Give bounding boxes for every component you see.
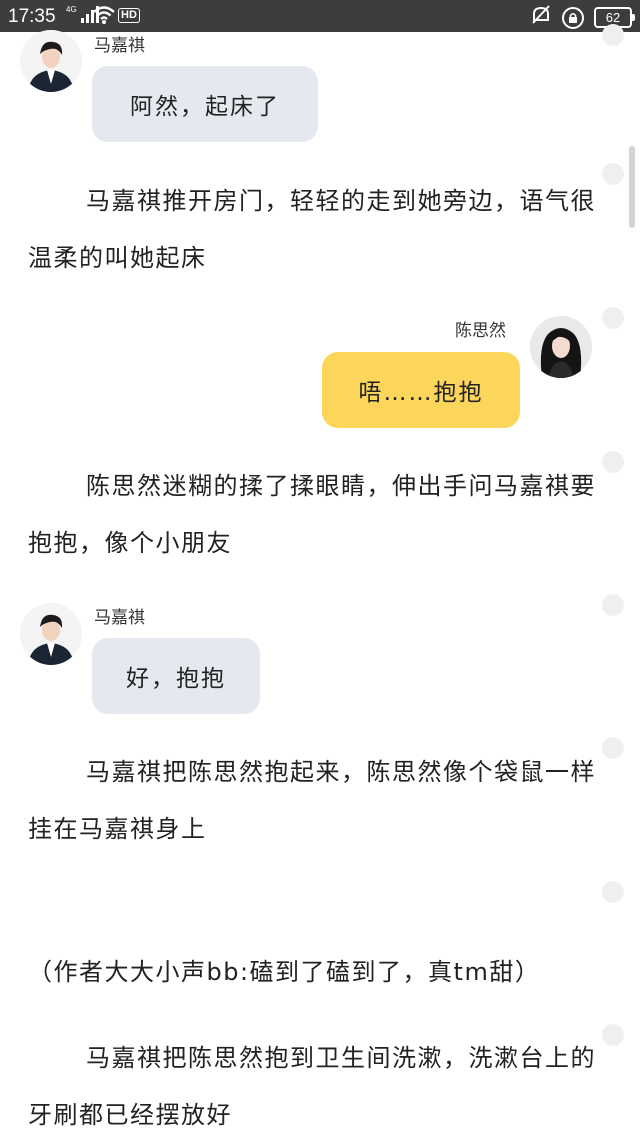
clock: 17:35 bbox=[8, 6, 56, 27]
paragraph-comment-dot[interactable] bbox=[602, 594, 624, 616]
scrollbar[interactable] bbox=[629, 146, 635, 228]
story-paragraph: 马嘉祺把陈思然抱到卫生间洗漱，洗漱台上的牙刷都已经摆放好 bbox=[28, 1044, 596, 1129]
avatar-chen-siran[interactable] bbox=[530, 316, 592, 378]
paragraph-comment-dot[interactable] bbox=[602, 737, 624, 759]
chat-bubble: 好，抱抱 bbox=[92, 638, 260, 714]
paragraph-comment-dot[interactable] bbox=[602, 307, 624, 329]
hd-badge: HD bbox=[118, 8, 140, 23]
network-type: 4G bbox=[66, 5, 77, 14]
avatar-ma-jiaqi[interactable] bbox=[20, 603, 82, 665]
mute-icon bbox=[530, 5, 552, 30]
story-paragraph: 马嘉祺推开房门，轻轻的走到她旁边，语气很温柔的叫她起床 bbox=[28, 187, 596, 272]
paragraph-comment-dot[interactable] bbox=[602, 24, 624, 46]
speaker-name: 马嘉祺 bbox=[94, 608, 145, 628]
paragraph-comment-dot[interactable] bbox=[602, 451, 624, 473]
speaker-name: 陈思然 bbox=[455, 321, 506, 341]
paragraph-comment-dot[interactable] bbox=[602, 163, 624, 185]
speaker-name: 马嘉祺 bbox=[94, 36, 145, 56]
story-paragraph: 陈思然迷糊的揉了揉眼睛，伸出手问马嘉祺要抱抱，像个小朋友 bbox=[28, 472, 596, 557]
chat-bubble: 阿然，起床了 bbox=[92, 66, 318, 142]
paragraph-comment-dot[interactable] bbox=[602, 1024, 624, 1046]
paragraph-comment-dot[interactable] bbox=[602, 881, 624, 903]
lock-rotation-icon bbox=[562, 6, 584, 29]
wifi-icon bbox=[92, 5, 116, 30]
status-bar: 17:35 4G HD 62 bbox=[0, 0, 640, 32]
avatar-ma-jiaqi[interactable] bbox=[20, 30, 82, 92]
chat-bubble: 唔……抱抱 bbox=[322, 352, 520, 428]
story-paragraph: 马嘉祺把陈思然抱起来，陈思然像个袋鼠一样挂在马嘉祺身上 bbox=[28, 758, 596, 843]
author-note: （作者大大小声bb:磕到了磕到了，真tm甜） bbox=[28, 958, 541, 986]
